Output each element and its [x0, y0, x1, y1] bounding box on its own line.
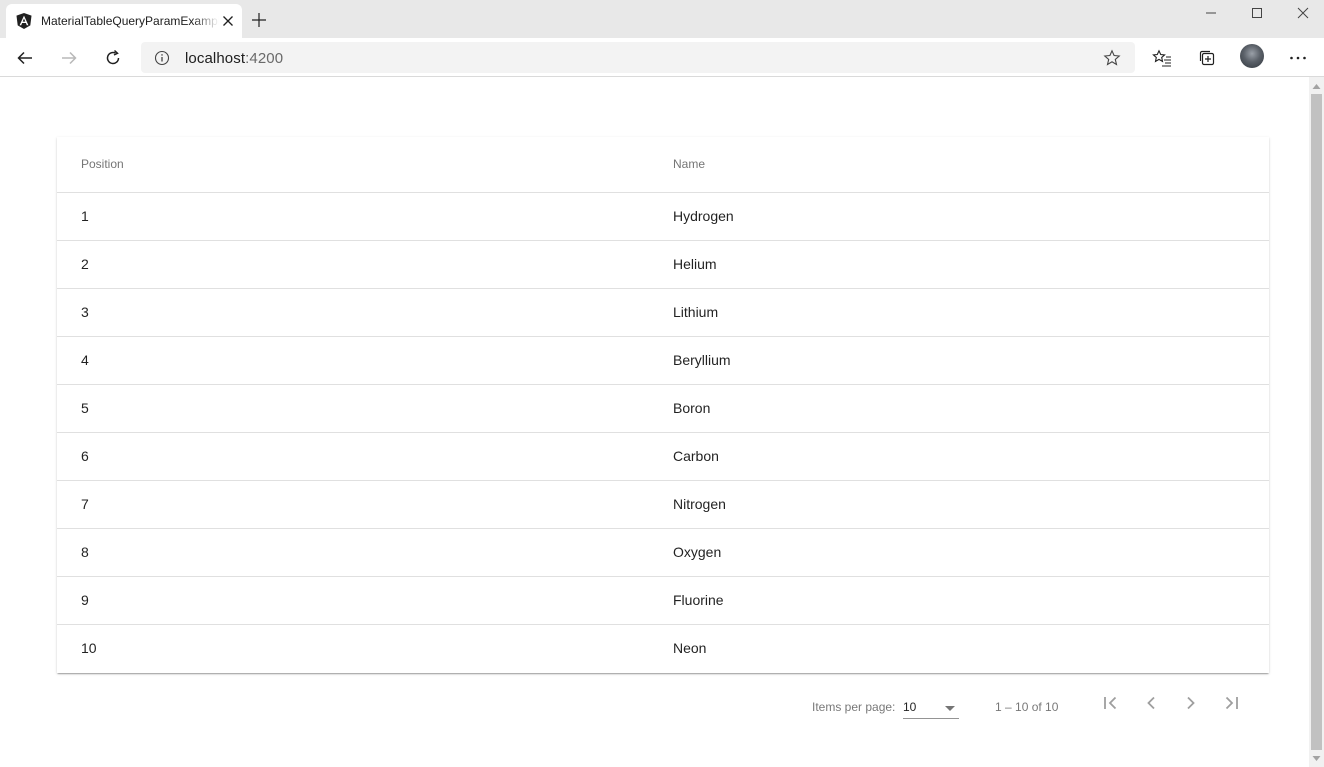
- table-row: 10 Neon: [57, 625, 1269, 673]
- next-page-button[interactable]: [1179, 691, 1203, 715]
- cell-position: 2: [81, 256, 89, 272]
- table-row: 1 Hydrogen: [57, 193, 1269, 241]
- browser-tab[interactable]: MaterialTableQueryParamExample: [6, 4, 242, 38]
- paginator: Items per page: 10 1 – 10 of 10: [0, 673, 1309, 729]
- cell-position: 6: [81, 448, 89, 464]
- page-size-select[interactable]: 10: [903, 695, 959, 719]
- tab-strip: MaterialTableQueryParamExample: [0, 0, 1324, 38]
- cell-position: 9: [81, 592, 89, 608]
- table-row: 4 Beryllium: [57, 337, 1269, 385]
- refresh-icon: [106, 49, 120, 65]
- minimize-icon: [1206, 12, 1216, 14]
- first-page-button[interactable]: [1099, 691, 1123, 715]
- maximize-button[interactable]: [1234, 0, 1280, 26]
- table-row: 6 Carbon: [57, 433, 1269, 481]
- page-size-value: 10: [903, 700, 917, 714]
- vertical-scrollbar[interactable]: [1309, 77, 1324, 767]
- more-options-button[interactable]: [1285, 46, 1311, 70]
- chevron-left-icon: [1147, 696, 1155, 710]
- cell-name: Boron: [673, 400, 711, 416]
- star-icon[interactable]: [1103, 49, 1121, 67]
- scrollbar-thumb[interactable]: [1311, 94, 1322, 750]
- more-horizontal-icon: [1290, 56, 1306, 60]
- cell-position: 5: [81, 400, 89, 416]
- cell-position: 10: [81, 640, 97, 656]
- cell-name: Helium: [673, 256, 717, 272]
- cell-name: Oxygen: [673, 544, 722, 560]
- arrow-right-icon: [62, 51, 77, 65]
- url-port: :4200: [245, 50, 284, 67]
- first-page-icon: [1104, 696, 1117, 710]
- profile-avatar[interactable]: [1240, 44, 1264, 68]
- favorites-button[interactable]: [1149, 46, 1175, 70]
- cell-position: 4: [81, 352, 89, 368]
- table-body: 1 Hydrogen 2 Helium 3 Lithium 4 Beryllium 5 Boron…: [57, 193, 1269, 673]
- cell-name: Lithium: [673, 304, 719, 320]
- cell-name: Carbon: [673, 448, 719, 464]
- url-host: localhost: [185, 50, 246, 67]
- close-icon[interactable]: [220, 13, 236, 29]
- favorites-list-icon: [1152, 49, 1171, 67]
- last-page-icon: [1225, 696, 1238, 710]
- minimize-button[interactable]: [1188, 0, 1234, 26]
- refresh-button[interactable]: [100, 46, 126, 70]
- page-viewport: Position Name 1 Hydrogen 2 Helium 3 Lithium 4 B…: [0, 77, 1309, 767]
- arrow-left-icon: [17, 51, 32, 65]
- address-bar[interactable]: localhost:4200: [141, 42, 1135, 73]
- close-icon: [1297, 7, 1309, 19]
- cell-position: 8: [81, 544, 89, 560]
- window-close-button[interactable]: [1280, 0, 1324, 26]
- url-text[interactable]: localhost:4200: [185, 50, 283, 67]
- collections-icon: [1199, 50, 1215, 66]
- maximize-icon: [1252, 8, 1262, 18]
- collections-button[interactable]: [1194, 46, 1220, 70]
- cell-name: Hydrogen: [673, 208, 734, 224]
- new-tab-plus-icon[interactable]: [250, 11, 268, 29]
- data-table: Position Name 1 Hydrogen 2 Helium 3 Lithium 4 B…: [57, 137, 1269, 673]
- table-row: 8 Oxygen: [57, 529, 1269, 577]
- cell-position: 7: [81, 496, 89, 512]
- header-position: Position: [81, 157, 124, 171]
- back-button[interactable]: [12, 46, 38, 70]
- dropdown-arrow-icon: [945, 706, 955, 711]
- range-label: 1 – 10 of 10: [995, 700, 1059, 714]
- browser-toolbar: localhost:4200: [0, 38, 1324, 77]
- table-row: 9 Fluorine: [57, 577, 1269, 625]
- items-per-page-label: Items per page:: [812, 700, 896, 714]
- table-row: 5 Boron: [57, 385, 1269, 433]
- table-row: 3 Lithium: [57, 289, 1269, 337]
- chevron-right-icon: [1187, 696, 1195, 710]
- info-icon[interactable]: [154, 50, 170, 66]
- cell-name: Beryllium: [673, 352, 731, 368]
- tab-title: MaterialTableQueryParamExample: [41, 14, 219, 28]
- scroll-up-arrow-icon[interactable]: [1312, 82, 1321, 91]
- cell-name: Nitrogen: [673, 496, 726, 512]
- header-name: Name: [673, 157, 706, 171]
- last-page-button[interactable]: [1219, 691, 1243, 715]
- cell-name: Neon: [673, 640, 707, 656]
- scroll-down-arrow-icon[interactable]: [1312, 754, 1321, 763]
- cell-name: Fluorine: [673, 592, 724, 608]
- table-row: 7 Nitrogen: [57, 481, 1269, 529]
- previous-page-button[interactable]: [1139, 691, 1163, 715]
- table-row: 2 Helium: [57, 241, 1269, 289]
- table-header-row: Position Name: [57, 137, 1269, 193]
- cell-position: 1: [81, 208, 89, 224]
- cell-position: 3: [81, 304, 89, 320]
- angular-logo-icon: [16, 13, 32, 29]
- forward-button[interactable]: [56, 46, 82, 70]
